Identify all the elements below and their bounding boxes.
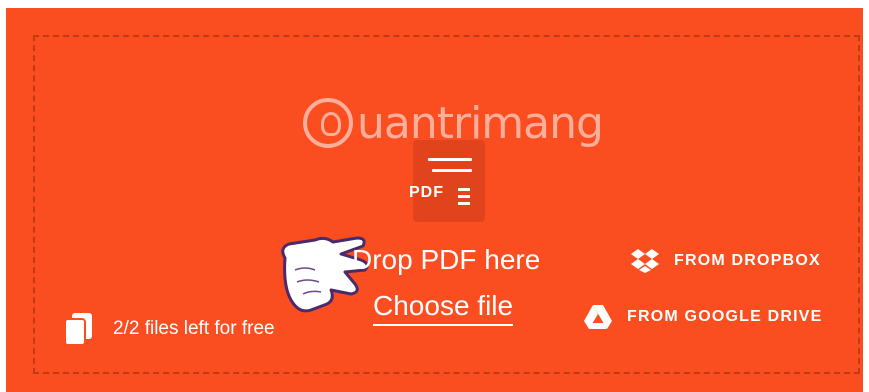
pdf-label: PDF [409,184,444,201]
from-google-drive-button[interactable]: FROM GOOGLE DRIVE [583,304,823,330]
watermark-logo-icon [303,98,353,148]
dropbox-icon [630,248,660,274]
google-drive-icon [583,304,613,330]
files-left-info: 2/2 files left for free [63,312,275,346]
drop-pdf-title: Drop PDF here [352,244,541,275]
from-dropbox-button[interactable]: FROM DROPBOX [630,248,821,274]
from-google-drive-label: FROM GOOGLE DRIVE [627,308,823,325]
file-copies-icon [63,312,95,346]
from-dropbox-label: FROM DROPBOX [674,252,821,269]
files-left-text: 2/2 files left for free [113,318,275,339]
choose-file-link[interactable]: Choose file [373,290,514,326]
pdf-document-icon: PDF [409,140,485,222]
